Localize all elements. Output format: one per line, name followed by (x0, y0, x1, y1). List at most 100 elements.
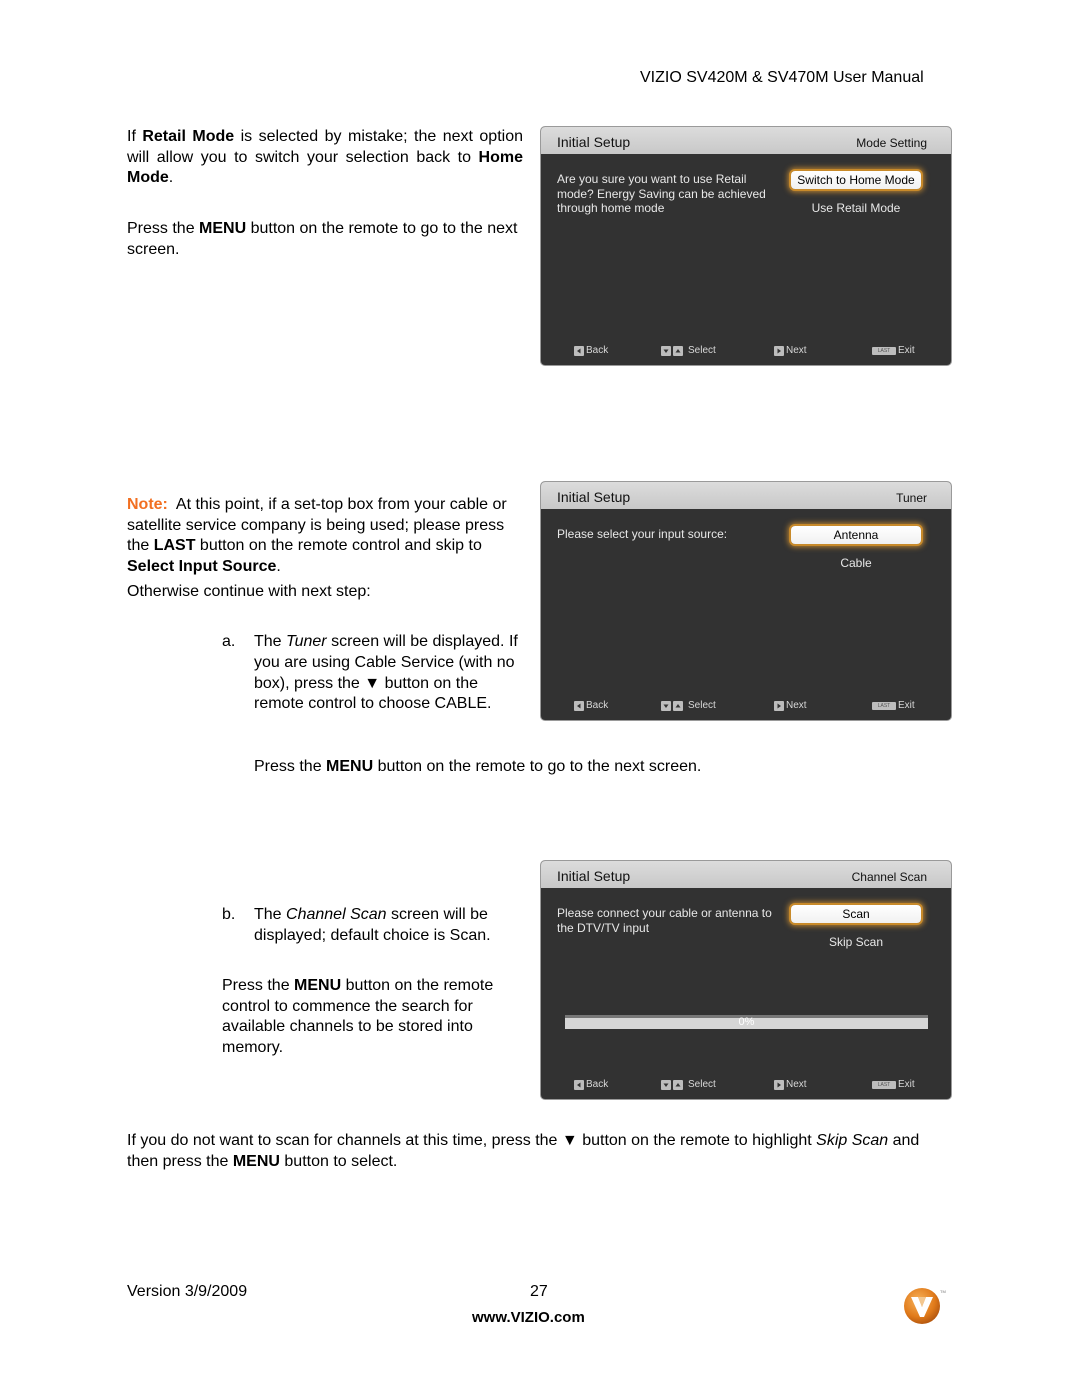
select-hint: Select (661, 345, 716, 356)
right-arrow-key-icon (774, 1079, 784, 1090)
text: Press the (222, 977, 295, 994)
select-label: Select (688, 345, 716, 356)
retail-mode-paragraph: If Retail Mode is selected by mistake; t… (127, 127, 523, 189)
option-use-retail-mode[interactable]: Use Retail Mode (791, 199, 921, 217)
screen-section: Tuner (896, 491, 927, 505)
right-arrow-key-icon (774, 345, 784, 356)
text: button to select. (279, 1152, 398, 1170)
screen-prompt: Please select your input source: (557, 527, 728, 541)
screen-footer: Back Select Next LAST Exit (541, 700, 951, 714)
tuner-term: Tuner (286, 633, 327, 650)
back-hint: Back (574, 1079, 608, 1090)
text: The (254, 906, 287, 923)
screen-footer: Back Select Next LAST Exit (541, 1079, 951, 1093)
option-scan[interactable]: Scan (791, 905, 921, 923)
text: . (276, 557, 281, 575)
next-hint: Next (774, 1079, 807, 1090)
page-number: 27 (530, 1283, 548, 1300)
screen-section: Mode Setting (856, 136, 927, 150)
back-label: Back (586, 1079, 609, 1090)
up-arrow-key-icon (673, 1079, 683, 1090)
screen-title: Initial Setup (557, 134, 631, 150)
option-switch-to-home-mode[interactable]: Switch to Home Mode (791, 171, 921, 189)
vizio-logo-icon (903, 1287, 941, 1325)
select-hint: Select (661, 700, 716, 711)
back-label: Back (586, 345, 609, 356)
select-label: Select (688, 1079, 716, 1090)
press-menu-paragraph-1: Press the MENU button on the remote to g… (127, 219, 527, 260)
next-label: Next (786, 700, 807, 711)
scan-progress-label: 0% (738, 1016, 755, 1028)
note-label: Note: (127, 496, 168, 513)
up-arrow-key-icon (673, 345, 683, 356)
next-label: Next (786, 1079, 807, 1090)
mode-setting-screen: Initial Setup Mode Setting Are you sure … (541, 127, 951, 365)
option-skip-scan[interactable]: Skip Scan (791, 933, 921, 951)
down-arrow-key-icon (661, 700, 671, 711)
next-hint: Next (774, 345, 807, 356)
screen-header: Initial Setup Tuner (541, 482, 951, 509)
select-label: Select (688, 700, 716, 711)
menu-term: MENU (232, 1152, 280, 1170)
back-label: Back (586, 700, 609, 711)
trademark-mark: TM (940, 1289, 946, 1294)
exit-hint: LAST Exit (872, 700, 915, 711)
skip-scan-term: Skip Scan (816, 1132, 889, 1149)
exit-hint: LAST Exit (872, 345, 915, 356)
retail-mode-term: Retail Mode (142, 128, 235, 145)
down-arrow-icon: ▼ (561, 1132, 578, 1149)
note-paragraph: Note: At this point, if a set-top box fr… (127, 495, 517, 577)
screen-section: Channel Scan (851, 870, 927, 884)
step-a-text: The Tuner screen will be displayed. If y… (254, 632, 524, 715)
exit-label: Exit (898, 1079, 915, 1090)
last-term: LAST (153, 537, 196, 554)
last-key-icon: LAST (872, 701, 896, 710)
screen-prompt: Are you sure you want to use Retail mode… (557, 172, 766, 215)
left-arrow-key-icon (574, 1079, 584, 1090)
down-arrow-key-icon (661, 1079, 671, 1090)
skip-scan-paragraph: If you do not want to scan for channels … (127, 1131, 937, 1172)
scan-progress-bar: 0% (565, 1015, 928, 1029)
last-key-icon: LAST (872, 346, 896, 355)
manual-title: VIZIO SV420M & SV470M User Manual (640, 69, 924, 86)
screen-title: Initial Setup (557, 489, 631, 505)
screen-footer: Back Select Next LAST Exit (541, 345, 951, 359)
screen-prompt: Please connect your cable or antenna to … (557, 906, 772, 935)
back-hint: Back (574, 700, 608, 711)
next-hint: Next (774, 700, 807, 711)
next-label: Next (786, 345, 807, 356)
channel-scan-screen: Initial Setup Channel Scan Please connec… (541, 861, 951, 1099)
step-a-marker: a. (222, 633, 236, 650)
text: button on the remote to go to the next s… (373, 758, 702, 775)
left-arrow-key-icon (574, 345, 584, 356)
exit-hint: LAST Exit (872, 1079, 915, 1090)
select-hint: Select (661, 1079, 716, 1090)
back-hint: Back (574, 345, 608, 356)
screen-header: Initial Setup Mode Setting (541, 127, 951, 154)
website-link[interactable]: www.VIZIO.com (472, 1309, 585, 1326)
text: Press the (254, 758, 327, 775)
option-cable[interactable]: Cable (791, 554, 921, 572)
step-b-text: The Channel Scan screen will be displaye… (254, 905, 529, 946)
option-antenna[interactable]: Antenna (791, 526, 921, 544)
version-label: Version 3/9/2009 (127, 1283, 248, 1300)
text: If you do not want to scan for channels … (127, 1132, 562, 1149)
press-menu-paragraph-3: Press the MENU button on the remote cont… (222, 976, 527, 1058)
down-arrow-icon: ▼ (364, 674, 381, 692)
otherwise-text: Otherwise continue with next step: (127, 583, 371, 600)
right-arrow-key-icon (774, 700, 784, 711)
text: Press the (127, 220, 200, 237)
last-key-icon: LAST (872, 1080, 896, 1089)
screen-title: Initial Setup (557, 868, 631, 884)
up-arrow-key-icon (673, 700, 683, 711)
down-arrow-key-icon (661, 345, 671, 356)
text: button on the remote control and skip to (195, 537, 482, 554)
exit-label: Exit (898, 345, 915, 356)
tuner-screen: Initial Setup Tuner Please select your i… (541, 482, 951, 720)
menu-term: MENU (294, 977, 342, 994)
exit-label: Exit (898, 700, 915, 711)
text: button on the remote to highlight (577, 1132, 817, 1149)
screen-header: Initial Setup Channel Scan (541, 861, 951, 888)
step-b-marker: b. (222, 906, 236, 923)
text: . (168, 169, 174, 186)
